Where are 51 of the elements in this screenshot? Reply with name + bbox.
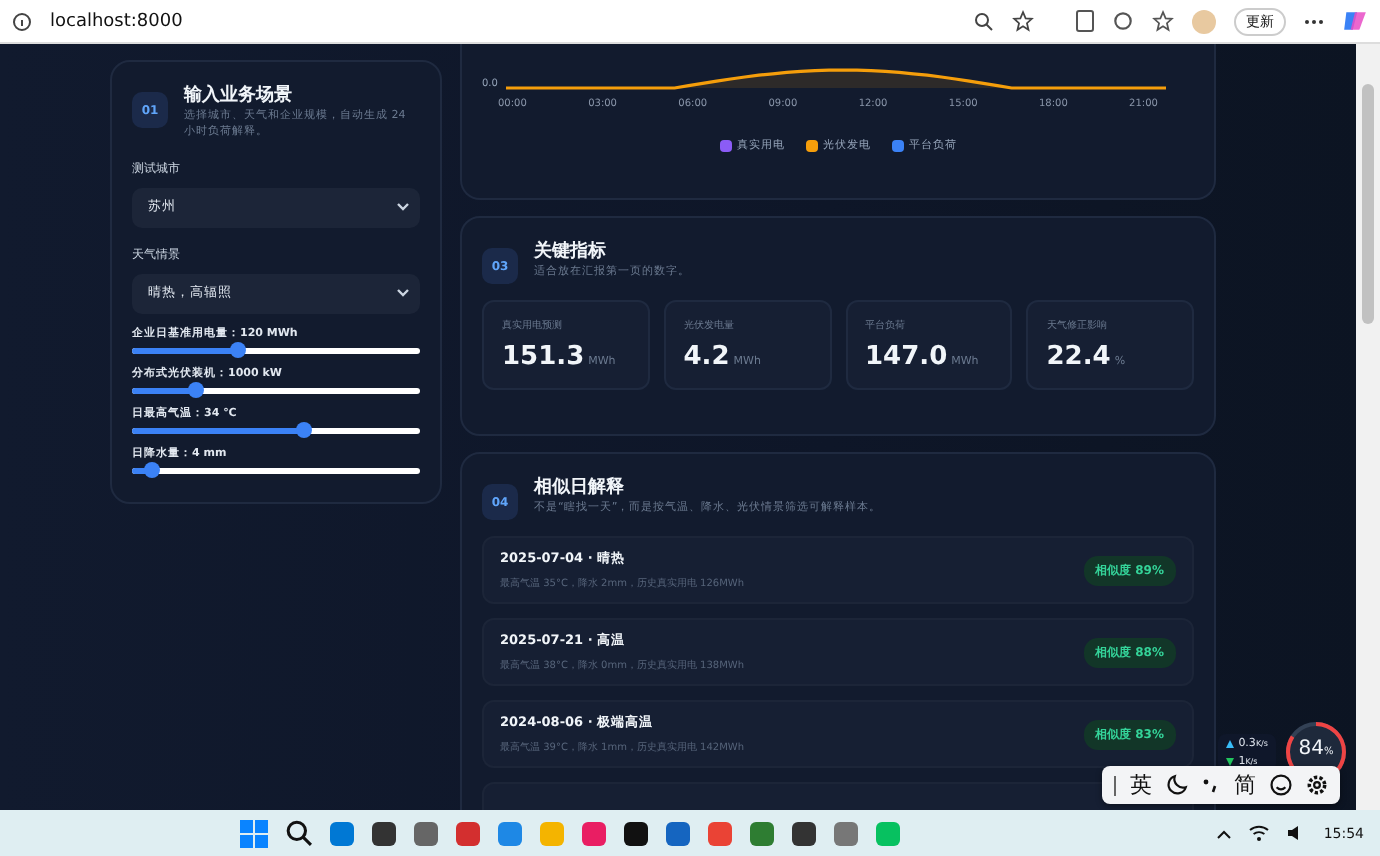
zoom-icon[interactable] xyxy=(974,11,994,31)
metric-value: 4.2 xyxy=(683,342,730,372)
slider[interactable] xyxy=(132,467,420,474)
ime-script-toggle[interactable]: 简 xyxy=(1234,770,1256,800)
slider[interactable] xyxy=(132,347,420,354)
page-icon[interactable] xyxy=(1076,10,1094,32)
slider-thumb[interactable] xyxy=(187,382,204,399)
chevron-up-icon[interactable] xyxy=(1215,827,1232,839)
more-icon[interactable] xyxy=(1304,17,1324,25)
panel-title: 关键指标 xyxy=(534,238,608,264)
app-tile-icon[interactable] xyxy=(330,821,354,845)
moon-icon[interactable] xyxy=(1166,774,1188,796)
chevron-icon xyxy=(396,288,410,299)
upload-arrow-icon xyxy=(1226,739,1235,747)
app-tile-icon[interactable] xyxy=(834,821,858,845)
punctuation-icon[interactable] xyxy=(1202,776,1220,794)
search-icon[interactable] xyxy=(286,820,312,846)
info-icon xyxy=(12,11,32,31)
app-tile-icon[interactable] xyxy=(456,821,480,845)
app-tile-icon[interactable] xyxy=(750,821,774,845)
metric-value: 147.0 xyxy=(865,342,948,372)
slider-thumb[interactable] xyxy=(230,342,247,359)
start-icon[interactable] xyxy=(240,819,268,847)
app-tile-icon[interactable] xyxy=(414,821,438,845)
wifi-icon[interactable] xyxy=(1247,824,1270,842)
ime-language-toggle[interactable]: 英 xyxy=(1130,770,1152,800)
chevron-icon xyxy=(396,202,410,213)
app-tile-icon[interactable] xyxy=(498,821,522,845)
app-tile-icon[interactable] xyxy=(708,821,732,845)
app-tile-icon[interactable] xyxy=(540,821,564,845)
metric-value: 22.4 xyxy=(1046,342,1111,372)
app-tile-icon[interactable] xyxy=(666,821,690,845)
panel-title: 输入业务场景 xyxy=(184,82,294,108)
settings-icon[interactable] xyxy=(1306,774,1328,796)
scrollbar[interactable] xyxy=(1356,44,1380,810)
slider-thumb[interactable] xyxy=(144,462,161,479)
app-tile-icon[interactable] xyxy=(582,821,606,845)
star-icon[interactable] xyxy=(1012,10,1034,32)
favorites-icon[interactable] xyxy=(1152,10,1174,32)
metric-value: 151.3 xyxy=(502,342,585,372)
download-arrow-icon xyxy=(1226,757,1235,765)
address-bar[interactable]: localhost:8000 xyxy=(50,11,956,31)
app-tile-icon[interactable] xyxy=(876,821,900,845)
slider[interactable] xyxy=(132,387,420,394)
app-tile-icon[interactable] xyxy=(372,821,396,845)
panel-title: 相似日解释 xyxy=(534,474,626,500)
slider-thumb[interactable] xyxy=(296,422,313,439)
app-tile-icon[interactable] xyxy=(792,821,816,845)
app-tile-icon[interactable] xyxy=(624,821,648,845)
slider[interactable] xyxy=(132,427,420,434)
smiley-icon[interactable] xyxy=(1270,774,1292,796)
